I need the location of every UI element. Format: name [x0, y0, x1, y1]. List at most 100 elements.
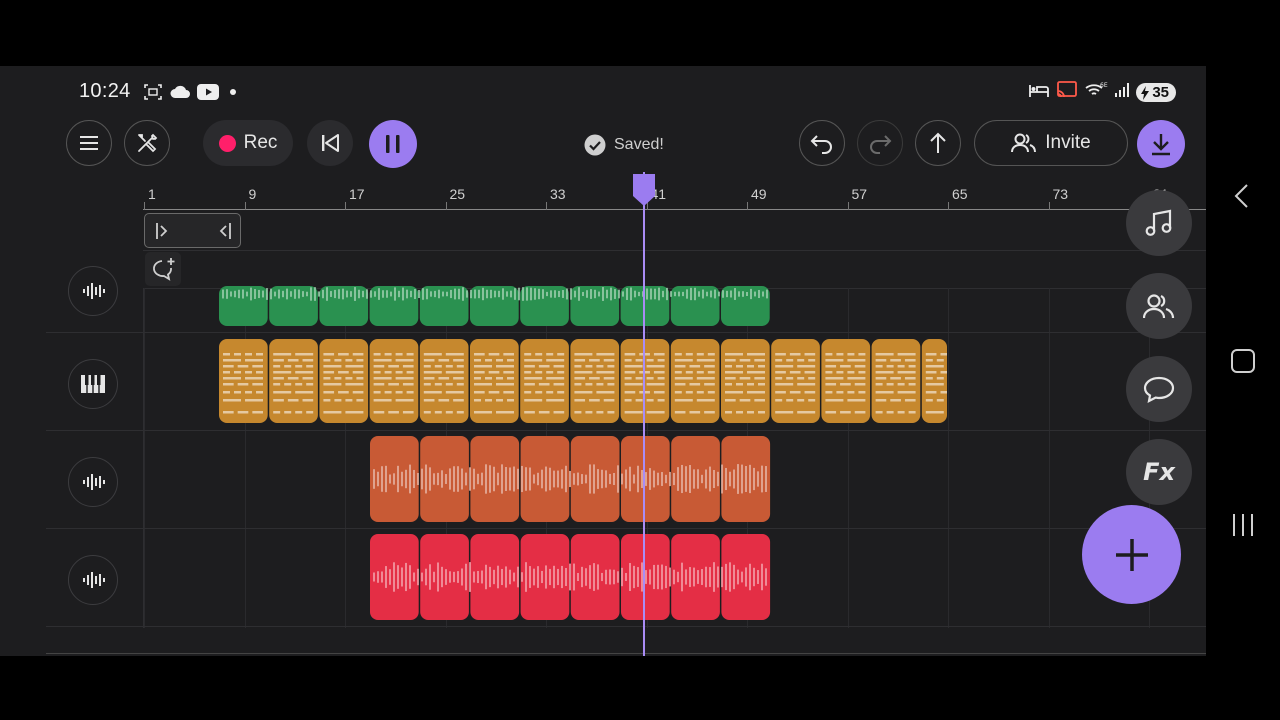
- clip-segment: [419, 339, 469, 423]
- ruler-tick: [1048, 202, 1050, 210]
- midi-note: [890, 399, 901, 402]
- instruments-button[interactable]: [1126, 190, 1192, 256]
- pause-button[interactable]: [369, 120, 417, 168]
- midi-note: [524, 365, 535, 368]
- playhead-line: [643, 172, 645, 656]
- tools-button[interactable]: [124, 120, 170, 166]
- midi-note: [875, 411, 883, 414]
- clip-segment: [269, 339, 318, 423]
- midi-note: [488, 371, 500, 374]
- midi-note: [624, 399, 632, 402]
- add-track-button[interactable]: [1082, 505, 1181, 604]
- midi-note: [384, 391, 392, 394]
- track-4-icon[interactable]: [68, 555, 118, 605]
- back-button[interactable]: [1232, 182, 1252, 215]
- midi-note: [940, 391, 947, 394]
- midi-note: [434, 365, 442, 368]
- share-button[interactable]: [915, 120, 961, 166]
- midi-note: [546, 371, 554, 374]
- track-area[interactable]: [0, 266, 1206, 656]
- midi-note: [535, 391, 543, 394]
- midi-note: [804, 371, 816, 374]
- playhead-handle[interactable]: [631, 172, 657, 208]
- battery-level: 35: [1152, 84, 1169, 101]
- clip-segment: [821, 339, 871, 423]
- midi-note: [747, 391, 765, 394]
- track-2-icon[interactable]: [68, 359, 118, 409]
- midi-note: [797, 377, 805, 380]
- midi-note: [402, 383, 414, 386]
- pause-icon: [386, 135, 400, 153]
- midi-note: [306, 411, 314, 414]
- track-divider: [46, 332, 1206, 333]
- midi-note: [234, 353, 241, 356]
- collaborators-icon: [1143, 294, 1175, 319]
- midi-note: [503, 391, 514, 394]
- home-button[interactable]: [1230, 348, 1256, 379]
- loop-region-handle[interactable]: [144, 213, 241, 248]
- record-button[interactable]: Rec: [203, 120, 293, 166]
- midi-note: [485, 359, 492, 362]
- midi-note: [338, 371, 349, 374]
- midi-note: [696, 377, 715, 380]
- audio-clip[interactable]: [370, 436, 772, 522]
- midi-note: [445, 365, 453, 368]
- midi-note: [507, 399, 514, 402]
- menu-button[interactable]: [66, 120, 112, 166]
- audio-clip[interactable]: [370, 534, 772, 620]
- midi-note: [373, 365, 385, 368]
- add-comment-button[interactable]: [145, 252, 181, 286]
- midi-note: [553, 411, 565, 414]
- comment-row[interactable]: [143, 250, 1206, 289]
- track-3-icon[interactable]: [68, 457, 118, 507]
- midi-note: [847, 377, 866, 380]
- saved-label: Saved!: [614, 136, 664, 153]
- midi-note: [524, 371, 532, 374]
- midi-note: [496, 365, 514, 368]
- midi-note: [589, 359, 600, 362]
- audio-clip[interactable]: [219, 339, 947, 423]
- fx-button[interactable]: Fx: [1126, 439, 1192, 505]
- ruler-tick: [144, 202, 145, 210]
- midi-note: [574, 391, 593, 394]
- redo-button[interactable]: [857, 120, 903, 166]
- midi-note: [754, 377, 765, 380]
- track-1-icon[interactable]: [68, 266, 118, 316]
- midi-note: [574, 371, 593, 374]
- midi-note: [836, 391, 844, 394]
- midi-note: [875, 383, 883, 386]
- midi-note: [503, 353, 514, 356]
- midi-note: [747, 353, 765, 356]
- midi-note: [747, 365, 754, 368]
- midi-note: [758, 411, 765, 414]
- midi-note: [890, 359, 901, 362]
- midi-note: [524, 353, 532, 356]
- waveform-icon: [83, 474, 105, 490]
- midi-note: [585, 383, 593, 386]
- clip-segment: [921, 339, 947, 423]
- loop-region-row[interactable]: [143, 210, 1206, 251]
- timeline-ruler[interactable]: 19172533414957657381: [0, 172, 1206, 210]
- download-button[interactable]: [1137, 120, 1185, 168]
- midi-note: [345, 359, 353, 362]
- midi-note: [725, 359, 736, 362]
- collaborators-button[interactable]: [1126, 273, 1192, 339]
- midi-note: [696, 371, 704, 374]
- midi-note: [323, 391, 335, 394]
- midi-note: [596, 353, 615, 356]
- midi-note: [596, 391, 615, 394]
- midi-note: [804, 391, 816, 394]
- skip-to-start-button[interactable]: [307, 120, 353, 166]
- recents-button[interactable]: [1230, 512, 1256, 543]
- midi-note: [789, 353, 801, 356]
- invite-button[interactable]: Invite: [974, 120, 1128, 166]
- midi-note: [685, 391, 693, 394]
- midi-note: [496, 359, 503, 362]
- clip-segment: [771, 339, 820, 423]
- chat-button[interactable]: [1126, 356, 1192, 422]
- midi-note: [546, 399, 565, 402]
- audio-clip[interactable]: [219, 286, 771, 326]
- midi-note: [925, 377, 933, 380]
- midi-note: [904, 399, 916, 402]
- undo-button[interactable]: [799, 120, 845, 166]
